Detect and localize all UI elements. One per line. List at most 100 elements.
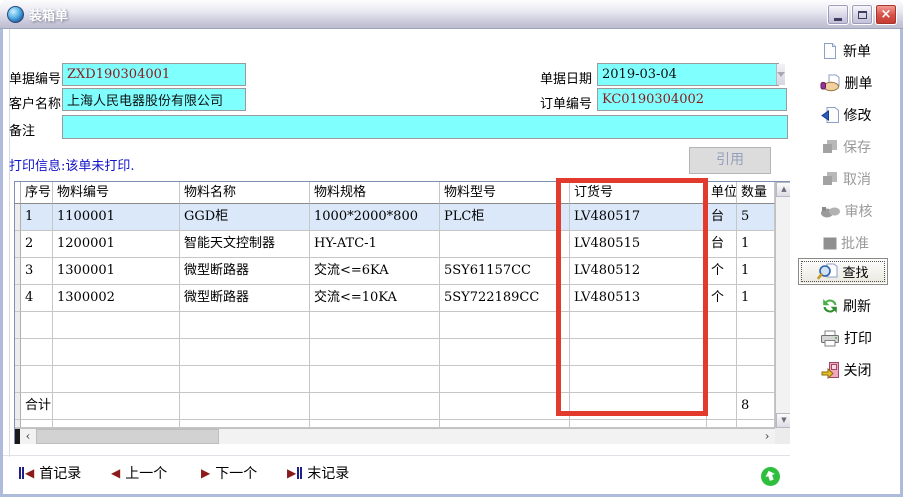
previous-record-icon: ◀ xyxy=(111,467,120,479)
doc-date-input[interactable] xyxy=(598,64,776,85)
maximize-button[interactable] xyxy=(851,4,873,25)
cell-qty[interactable]: 5 xyxy=(737,204,775,231)
save-icon xyxy=(821,139,839,155)
doc-date-field xyxy=(597,63,779,86)
modify-button[interactable]: 修改 xyxy=(802,103,890,127)
title-bar[interactable]: 装箱单 × xyxy=(0,0,903,29)
next-record-button[interactable]: ▶ 下一个 xyxy=(201,461,257,485)
cell-unit[interactable]: 台 xyxy=(707,204,737,231)
window-title: 装箱单 xyxy=(29,5,68,24)
cell-seq[interactable]: 4 xyxy=(21,285,53,312)
doc-date-dropdown-button[interactable] xyxy=(776,64,785,85)
find-icon xyxy=(817,263,838,281)
cell-spec[interactable]: HY-ATC-1 xyxy=(310,231,440,258)
col-header-seq[interactable]: 序号 xyxy=(21,182,53,204)
col-header-model[interactable]: 物料型号 xyxy=(440,182,570,204)
vertical-scrollbar[interactable]: ▲ ▼ xyxy=(775,182,791,428)
cell-qty[interactable]: 1 xyxy=(737,231,775,258)
col-header-spec[interactable]: 物料规格 xyxy=(310,182,440,204)
cell-spec[interactable]: 交流<=10KA xyxy=(310,285,440,312)
refresh-button[interactable]: 刷新 xyxy=(802,294,890,318)
close-doc-button[interactable]: 关闭 xyxy=(802,358,890,382)
col-header-unit[interactable]: 单位 xyxy=(707,182,737,204)
scrollbar-track[interactable] xyxy=(219,429,759,444)
scroll-right-button[interactable]: › xyxy=(759,429,775,444)
cell-model[interactable]: 5SY722189CC xyxy=(440,285,570,312)
col-header-order-code[interactable]: 订货号 xyxy=(570,182,707,204)
table-row-empty[interactable] xyxy=(15,312,775,339)
cancel-icon xyxy=(821,171,839,187)
cell-qty[interactable]: 1 xyxy=(737,285,775,312)
cell-spec[interactable]: 交流<=6KA xyxy=(310,258,440,285)
cell-unit[interactable]: 个 xyxy=(707,258,737,285)
cell-spec[interactable]: 1000*2000*800 xyxy=(310,204,440,231)
cell-item-no[interactable]: 1100001 xyxy=(53,204,180,231)
col-header-item-name[interactable]: 物料名称 xyxy=(180,182,310,204)
cell-seq[interactable]: 2 xyxy=(21,231,53,258)
col-header-item-no[interactable]: 物料编号 xyxy=(53,182,180,204)
find-button[interactable]: 查找 xyxy=(798,258,888,285)
first-record-button[interactable]: ◀ 首记录 xyxy=(19,461,81,485)
scrollbar-thumb[interactable] xyxy=(36,429,219,444)
delete-doc-icon xyxy=(820,74,841,92)
table-row[interactable]: 3 1300001 微型断路器 交流<=6KA 5SY61157CC LV480… xyxy=(15,258,775,285)
app-globe-icon xyxy=(7,6,24,23)
table-row-empty[interactable] xyxy=(15,366,775,393)
doc-no-input[interactable] xyxy=(62,63,246,86)
customer-input[interactable] xyxy=(62,88,246,111)
items-grid: 序号 物料编号 物料名称 物料规格 物料型号 订货号 单位 数量 1 11000… xyxy=(15,182,775,428)
remark-input[interactable] xyxy=(62,115,788,139)
new-doc-button[interactable]: 新单 xyxy=(802,39,890,63)
cell-order-code[interactable]: LV480512 xyxy=(570,258,707,285)
cell-item-no[interactable]: 1200001 xyxy=(53,231,180,258)
horizontal-scrollbar[interactable]: ‹ › xyxy=(15,428,775,444)
last-record-button[interactable]: ▶ 末记录 xyxy=(287,461,349,485)
col-header-qty[interactable]: 数量 xyxy=(737,182,775,204)
cell-model[interactable] xyxy=(440,231,570,258)
cell-seq[interactable]: 3 xyxy=(21,258,53,285)
close-icon: × xyxy=(881,7,892,22)
cell-qty[interactable]: 1 xyxy=(737,258,775,285)
refresh-icon xyxy=(821,297,839,315)
cell-item-no[interactable]: 1300001 xyxy=(53,258,180,285)
cell-order-code[interactable]: LV480515 xyxy=(570,231,707,258)
table-row[interactable]: 2 1200001 智能天文控制器 HY-ATC-1 LV480515 台 1 xyxy=(15,231,775,258)
total-quantity: 8 xyxy=(737,393,775,420)
packing-list-window: 装箱单 × 单据编号 单据日期 客户名称 订单编号 备注 打印信息:该单未打印.… xyxy=(0,0,903,497)
remark-label: 备注 xyxy=(9,120,35,139)
delete-doc-button[interactable]: 删单 xyxy=(802,71,890,95)
arrow-up-icon: ▲ xyxy=(781,185,786,193)
cell-item-name[interactable]: GGD柜 xyxy=(180,204,310,231)
next-record-icon: ▶ xyxy=(201,467,210,479)
cell-unit[interactable]: 台 xyxy=(707,231,737,258)
maximize-icon xyxy=(858,11,867,19)
previous-record-button[interactable]: ◀ 上一个 xyxy=(111,461,167,485)
order-no-label: 订单编号 xyxy=(540,93,592,112)
customer-label: 客户名称 xyxy=(9,93,61,112)
items-table: 序号 物料编号 物料名称 物料规格 物料型号 订货号 单位 数量 1 11000… xyxy=(14,181,792,444)
cell-seq[interactable]: 1 xyxy=(21,204,53,231)
doc-date-label: 单据日期 xyxy=(540,68,592,87)
cell-item-name[interactable]: 智能天文控制器 xyxy=(180,231,310,258)
cell-model[interactable]: PLC柜 xyxy=(440,204,570,231)
close-button[interactable]: × xyxy=(875,4,897,25)
cell-unit[interactable]: 个 xyxy=(707,285,737,312)
table-header-row: 序号 物料编号 物料名称 物料规格 物料型号 订货号 单位 数量 xyxy=(15,182,775,204)
cell-item-no[interactable]: 1300002 xyxy=(53,285,180,312)
cell-order-code[interactable]: LV480517 xyxy=(570,204,707,231)
print-button[interactable]: 打印 xyxy=(802,326,890,350)
table-row[interactable]: 4 1300002 微型断路器 交流<=10KA 5SY722189CC LV4… xyxy=(15,285,775,312)
cell-item-name[interactable]: 微型断路器 xyxy=(180,258,310,285)
table-row-partial xyxy=(15,420,775,428)
modify-icon xyxy=(821,106,840,124)
table-row-empty[interactable] xyxy=(15,339,775,366)
cell-item-name[interactable]: 微型断路器 xyxy=(180,285,310,312)
cell-order-code[interactable]: LV480513 xyxy=(570,285,707,312)
minimize-button[interactable] xyxy=(827,4,849,25)
table-row[interactable]: 1 1100001 GGD柜 1000*2000*800 PLC柜 LV4805… xyxy=(15,204,775,231)
scroll-left-button[interactable]: ‹ xyxy=(20,429,36,444)
order-no-input[interactable] xyxy=(597,88,787,111)
audit-icon xyxy=(820,204,841,219)
cell-model[interactable]: 5SY61157CC xyxy=(440,258,570,285)
quote-button[interactable]: 引用 xyxy=(689,147,771,174)
